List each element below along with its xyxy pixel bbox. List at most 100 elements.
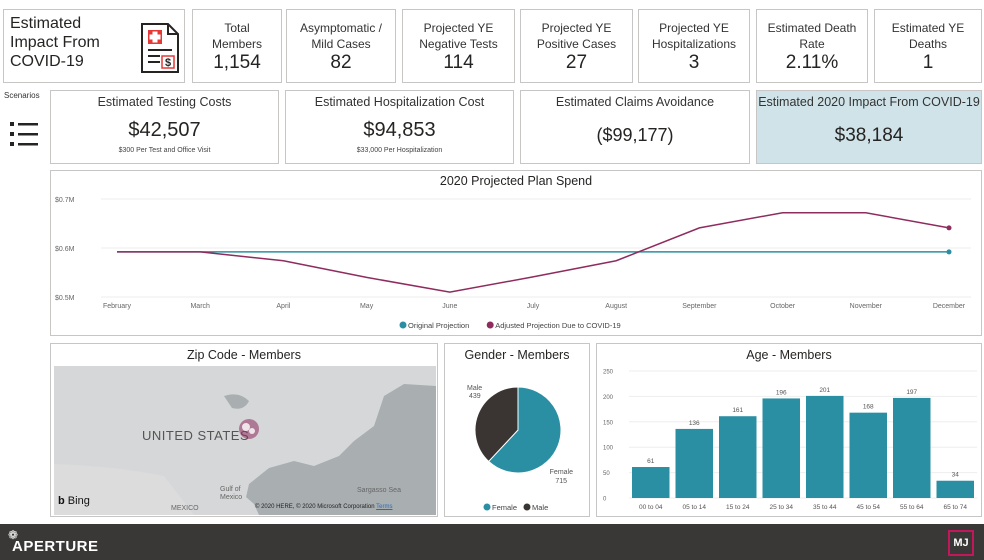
age-panel: Age - Members 0 50 100 150 200 250 61 00 to 04 1… [596, 343, 982, 517]
cost-label: Estimated Hospitalization Cost [314, 95, 485, 109]
legend-dot [399, 321, 407, 329]
x-tick-label: October [770, 303, 796, 310]
cost-label: Estimated 2020 Impact From COVID-19 [758, 95, 980, 109]
title-card: Estimated Impact From COVID-19 $ [3, 9, 185, 83]
card-2020-impact: Estimated 2020 Impact From COVID-19 $38,… [756, 90, 982, 164]
kpi-value: 1,154 [213, 52, 261, 73]
y-tick-label: 100 [603, 446, 614, 452]
x-tick-label: 00 to 04 [639, 504, 663, 511]
line-chart-svg: $0.5M $0.6M $0.7M February March April May June… [55, 197, 971, 330]
y-tick-label: 0 [603, 497, 607, 503]
age-bar [849, 412, 887, 498]
map-copyright: © 2020 HERE, © 2020 Microsoft Corporatio… [255, 504, 392, 510]
y-tick-label: 150 [603, 420, 614, 426]
mj-badge: MJ [948, 530, 974, 556]
age-bar [806, 395, 844, 498]
kpi-positive-cases: Projected YE Positive Cases 27 [520, 9, 633, 83]
cost-value: $94,853 [363, 119, 436, 141]
age-bar [719, 416, 757, 498]
legend-dot [486, 321, 494, 329]
x-tick-label: November [850, 303, 883, 310]
x-tick-label: February [103, 303, 132, 310]
x-tick-label: April [276, 303, 290, 310]
map-title: Zip Code - Members [187, 348, 301, 362]
x-tick-label: July [527, 303, 540, 310]
pie-label: Female [550, 469, 573, 476]
x-tick-label: 45 to 54 [857, 504, 881, 511]
page-title: Estimated Impact From COVID-19 [10, 15, 100, 70]
kpi-value: 114 [443, 52, 474, 73]
map-mexico-label: MEXICO [171, 505, 199, 512]
x-tick-label: June [442, 303, 457, 310]
medical-document-icon: $ [141, 23, 179, 73]
kpi-negative-tests: Projected YE Negative Tests 114 [402, 9, 515, 83]
cost-subtitle: $33,000 Per Hospitalization [356, 147, 443, 154]
cost-value: $38,184 [834, 125, 904, 146]
bar-data-label: 61 [647, 458, 655, 465]
scenarios-menu-icon[interactable] [10, 121, 40, 147]
kpi-label: Projected YE Negative Tests [419, 21, 498, 51]
kpi-asymptomatic: Asymptomatic / Mild Cases 82 [286, 9, 396, 83]
x-tick-label: 35 to 44 [813, 504, 837, 511]
bar-data-label: 168 [863, 404, 874, 411]
map-gulf-label: Gulf of Mexico [220, 486, 243, 501]
x-tick-label: 55 to 64 [900, 504, 924, 511]
age-bar [675, 428, 713, 498]
x-tick-label: March [190, 303, 210, 310]
bar-chart-svg: 0 50 100 150 200 250 61 00 to 04 136 05 to 14 161 1… [603, 370, 977, 511]
scenarios-label: Scenarios [4, 91, 40, 100]
member-cluster-marker[interactable] [237, 417, 261, 441]
kpi-value: 27 [565, 52, 588, 73]
cost-label: Estimated Claims Avoidance [555, 95, 715, 109]
map-ocean-label: Sargasso Sea [357, 487, 401, 494]
x-tick-label: September [682, 303, 717, 310]
bar-data-label: 196 [776, 389, 787, 396]
pie-value: 715 [555, 478, 567, 485]
card-testing-costs: Estimated Testing Costs $42,507 $300 Per… [50, 90, 279, 164]
bar-data-label: 161 [732, 407, 743, 414]
bing-logo: b Bing [58, 495, 90, 507]
y-tick-label: 200 [603, 395, 614, 401]
pie-chart-svg: Female715Male439Female Male [467, 385, 573, 512]
bing-icon: b [58, 495, 65, 507]
x-tick-label: May [360, 303, 374, 310]
map-terms-link[interactable]: Terms [376, 504, 392, 510]
map-copyright-text: © 2020 HERE, © 2020 Microsoft Corporatio… [255, 504, 375, 510]
kpi-ye-deaths: Estimated YE Deaths 1 [874, 9, 982, 83]
kpi-death-rate: Estimated Death Rate 2.11% [756, 9, 868, 83]
legend-label: Male [532, 503, 548, 512]
cost-label: Estimated Testing Costs [97, 95, 232, 109]
pie-label: Male [467, 385, 482, 392]
footer-bar: ❁ APERTURE MJ [0, 524, 984, 560]
gender-panel: Gender - Members Female 715 Male 439 Female M… [444, 343, 590, 517]
x-tick-label: 25 to 34 [770, 504, 794, 511]
bing-label: Bing [67, 495, 90, 507]
legend-dot [523, 503, 531, 511]
map-canvas[interactable]: UNITED STATES Sargasso Sea Gulf of Mexic… [54, 366, 436, 515]
age-bar [632, 467, 670, 498]
y-tick-label: 250 [603, 370, 614, 376]
kpi-value: 1 [922, 52, 934, 73]
y-tick-label: $0.5M [55, 295, 75, 302]
kpi-label: Projected YE Hospitalizations [651, 21, 737, 51]
legend-label: Original Projection [408, 321, 469, 330]
kpi-value: 3 [688, 52, 700, 73]
bar-data-label: 136 [689, 420, 700, 427]
cost-value: ($99,177) [596, 125, 674, 145]
x-tick-label: 05 to 14 [683, 504, 707, 511]
kpi-label: Estimated Death Rate [767, 21, 857, 51]
x-tick-label: 65 to 74 [944, 504, 968, 511]
plan-spend-chart: 2020 Projected Plan Spend $0.5M $0.6M $0.7… [50, 170, 982, 336]
age-bar [936, 480, 974, 498]
y-tick-label: $0.7M [55, 197, 75, 204]
age-bar [893, 397, 931, 498]
card-hospitalization-cost: Estimated Hospitalization Cost $94,853 $… [285, 90, 514, 164]
kpi-label: Asymptomatic / Mild Cases [299, 21, 383, 51]
age-bar [762, 398, 800, 498]
pie-value: 439 [469, 393, 481, 400]
map-country-label: UNITED STATES [142, 428, 250, 443]
cost-value: $42,507 [128, 119, 201, 141]
cost-subtitle: $300 Per Test and Office Visit [118, 147, 211, 154]
svg-text:$: $ [165, 57, 171, 69]
bar-data-label: 34 [952, 472, 960, 479]
